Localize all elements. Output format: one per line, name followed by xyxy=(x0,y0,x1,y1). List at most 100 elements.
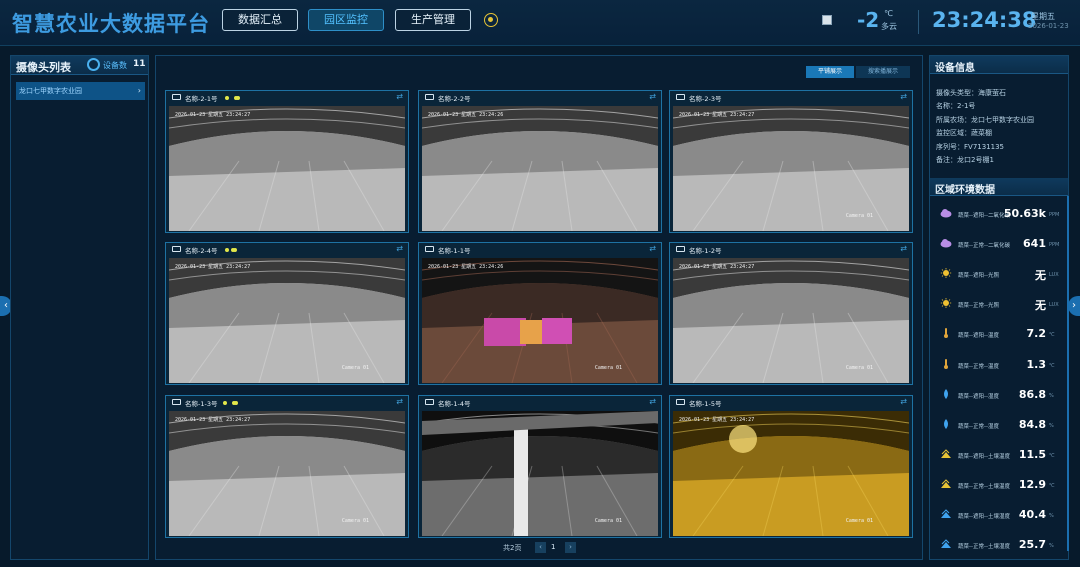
video-camera-icon xyxy=(676,94,685,100)
video-timestamp: 2026-01-23 星期五 23:24:27 xyxy=(679,264,755,270)
camera-title-bar: 名称-2-2号 ⇄ xyxy=(236,91,661,104)
env-data-unit: LUX xyxy=(1049,302,1059,309)
video-frame xyxy=(422,106,658,231)
camera-title-bar: 名称-2-4号 ⇄ xyxy=(166,243,408,256)
device-info-header: 设备信息 xyxy=(930,56,1068,74)
camera-video-feed[interactable]: 2026-01-23 星期五 23:24:27 Camera 01 xyxy=(673,106,909,231)
env-data-unit: ℃ xyxy=(1049,482,1055,489)
camera-tile[interactable]: 名称-1-2号 ⇄ 2026-01-23 星期五 23:24:27 Camera 01 xyxy=(231,242,913,385)
env-data-unit: ℃ xyxy=(1049,362,1055,369)
online-status-dot xyxy=(232,401,236,405)
env-data-row: 蔬菜--遮阳--温度 7.2 ℃ xyxy=(936,321,1064,347)
header-divider xyxy=(918,10,919,34)
env-data-label: 蔬菜--正常--温度 xyxy=(958,363,999,370)
video-camera-label: Camera 01 xyxy=(845,518,873,524)
refresh-icon[interactable]: ⇄ xyxy=(396,244,403,253)
env-data-unit: % xyxy=(1049,422,1054,429)
tile-view-toggle[interactable]: 平铺展示 xyxy=(806,66,854,78)
camera-title-bar: 名称-1-4号 ⇄ xyxy=(234,396,661,409)
env-data-unit: ℃ xyxy=(1049,332,1055,339)
camera-tile[interactable]: 名称-1-5号 ⇄ 2026-01-23 星期五 23:24:27 Camera 01 xyxy=(232,395,913,538)
video-frame xyxy=(169,411,405,536)
video-camera-label: Camera 01 xyxy=(341,518,369,524)
env-data-unit: PPM xyxy=(1049,242,1060,249)
env-data-row: 蔬菜--遮阳--光照 无 LUX xyxy=(936,261,1064,287)
online-status-dot xyxy=(225,96,229,100)
env-data-value: 无 xyxy=(1035,299,1046,313)
info-panel: 设备信息 摄像头类型：海康萤石 名称：2-1号 所属农场：龙口七甲数字农业园 监… xyxy=(929,55,1069,560)
platform-title: 智慧农业大数据平台 xyxy=(12,12,210,36)
camera-video-feed[interactable]: 2026-01-23 星期五 23:24:27 Camera 01 xyxy=(673,258,909,383)
refresh-icon[interactable]: ⇄ xyxy=(900,397,907,406)
device-info-title: 设备信息 xyxy=(935,63,975,74)
camera-name: 名称-1-2号 xyxy=(689,247,722,255)
prev-page-button[interactable]: ‹ xyxy=(535,542,546,553)
env-data-row: 蔬菜--正常--土壤温度 12.9 ℃ xyxy=(936,472,1064,498)
nav-park-monitor[interactable]: 园区监控 xyxy=(308,9,384,31)
search-view-toggle[interactable]: 搜索播展示 xyxy=(856,66,910,78)
camera-video-feed[interactable]: Camera 01 xyxy=(422,411,658,536)
online-status-dot xyxy=(231,248,235,252)
nav-data-summary[interactable]: 数据汇总 xyxy=(222,9,298,31)
video-camera-label: Camera 01 xyxy=(341,365,369,371)
env-data-value: 12.9 xyxy=(1018,477,1046,491)
current-page[interactable]: 1 xyxy=(551,543,555,551)
device-info-line: 备注：龙口2号棚1 xyxy=(936,156,994,164)
env-data-label: 蔬菜--遮阳--土壤湿度 xyxy=(958,514,1010,520)
camera-tile[interactable]: 名称-1-4号 ⇄ Camera 01 xyxy=(234,395,662,538)
env-scrollbar[interactable] xyxy=(1067,196,1069,551)
video-camera-label: Camera 01 xyxy=(845,213,873,219)
camera-tile[interactable]: 名称-1-3号 ⇄ 2026-01-23 星期五 23:24:27 Camera 01 xyxy=(165,395,409,538)
video-camera-icon xyxy=(425,94,434,100)
video-timestamp: 2026-01-23 星期五 23:24:27 xyxy=(175,112,251,118)
refresh-icon[interactable]: ⇄ xyxy=(396,397,403,406)
nav-production-management[interactable]: 生产管理 xyxy=(395,9,471,31)
refresh-icon[interactable]: ⇄ xyxy=(649,244,656,253)
env-data-row: 蔬菜--正常--湿度 84.8% xyxy=(936,412,1064,438)
camera-video-feed[interactable]: 2026-01-23 星期五 23:24:27 Camera 01 xyxy=(169,411,405,536)
camera-tile[interactable]: 名称-2-4号 ⇄ 2026-01-23 星期五 23:24:27 Camera 01 xyxy=(165,242,409,385)
camera-tile[interactable]: 名称-2-3号 ⇄ 2026-01-23 星期五 23:24:27 Camera 01 xyxy=(234,90,913,233)
refresh-icon[interactable]: ⇄ xyxy=(900,244,907,253)
camera-name: 名称-2-1号 xyxy=(185,95,218,103)
refresh-icon[interactable]: ⇄ xyxy=(649,92,656,101)
next-page-button[interactable]: › xyxy=(565,542,576,553)
video-timestamp: 2026-01-23 星期五 23:24:26 xyxy=(428,264,504,270)
camera-tile[interactable]: 名称-2-1号 ⇄ 2026-01-23 星期五 23:24:27 xyxy=(165,90,409,233)
camera-tile[interactable]: 名称-1-1号 ⇄ 2026-01-23 星期五 23:24:26 Camera 01 xyxy=(233,242,662,385)
camera-video-feed[interactable]: 2026-01-23 星期五 23:24:27 Camera 01 xyxy=(673,411,909,536)
env-data-label: 蔬菜--正常--光照 xyxy=(958,303,999,310)
chevron-right-icon: › xyxy=(137,86,141,95)
camera-group-label: 龙口七甲数字农业园 xyxy=(19,87,82,95)
camera-tile[interactable]: 名称-2-2号 ⇄ 2026-01-23 星期五 23:24:26 xyxy=(236,90,662,233)
collapse-right-arrow-icon[interactable]: › xyxy=(1068,296,1080,316)
video-camera-icon xyxy=(425,399,434,405)
refresh-icon[interactable]: ⇄ xyxy=(900,92,907,101)
camera-video-feed[interactable]: 2026-01-23 星期五 23:24:26 xyxy=(422,106,658,231)
env-data-title: 区域环境数据 xyxy=(935,185,995,196)
camera-video-feed[interactable]: 2026-01-23 星期五 23:24:27 xyxy=(169,106,405,231)
weather-sun-icon[interactable] xyxy=(484,13,498,27)
env-data-row: 蔬菜--正常--光照 无 LUX xyxy=(936,291,1064,317)
env-data-value: 7.2 xyxy=(1026,327,1047,341)
video-camera-icon xyxy=(676,399,685,405)
camera-name: 名称-1-1号 xyxy=(438,247,471,255)
camera-group-item[interactable]: 龙口七甲数字农业园 › xyxy=(16,82,145,100)
env-data-label: 蔬菜--正常--二氧化碳 xyxy=(958,243,1010,250)
env-data-value: 50.63k xyxy=(1003,207,1046,220)
page-total: 共2页 xyxy=(503,544,522,552)
env-data-label: 蔬菜--正常--土壤温度 xyxy=(958,483,1010,490)
env-data-unit: ℃ xyxy=(1049,452,1055,459)
env-data-unit: % xyxy=(1049,513,1054,519)
env-data-value: 641 xyxy=(1023,237,1046,251)
camera-list-header: 摄像头列表 设备数 11 xyxy=(11,56,148,75)
env-data-unit: % xyxy=(1049,392,1054,399)
env-data-label: 蔬菜--遮阳--二氧化碳 xyxy=(958,213,1010,219)
camera-video-feed[interactable]: 2026-01-23 星期五 23:24:27 Camera 01 xyxy=(169,258,405,383)
camera-video-feed[interactable]: 2026-01-23 星期五 23:24:26 Camera 01 xyxy=(422,258,658,383)
camera-title-bar: 名称-1-3号 ⇄ xyxy=(166,396,408,409)
refresh-icon[interactable]: ⇄ xyxy=(396,92,403,101)
refresh-icon[interactable]: ⇄ xyxy=(649,397,656,406)
temperature-unit: ℃ xyxy=(884,9,893,18)
clock-time: 23:24:38 xyxy=(932,8,1037,32)
